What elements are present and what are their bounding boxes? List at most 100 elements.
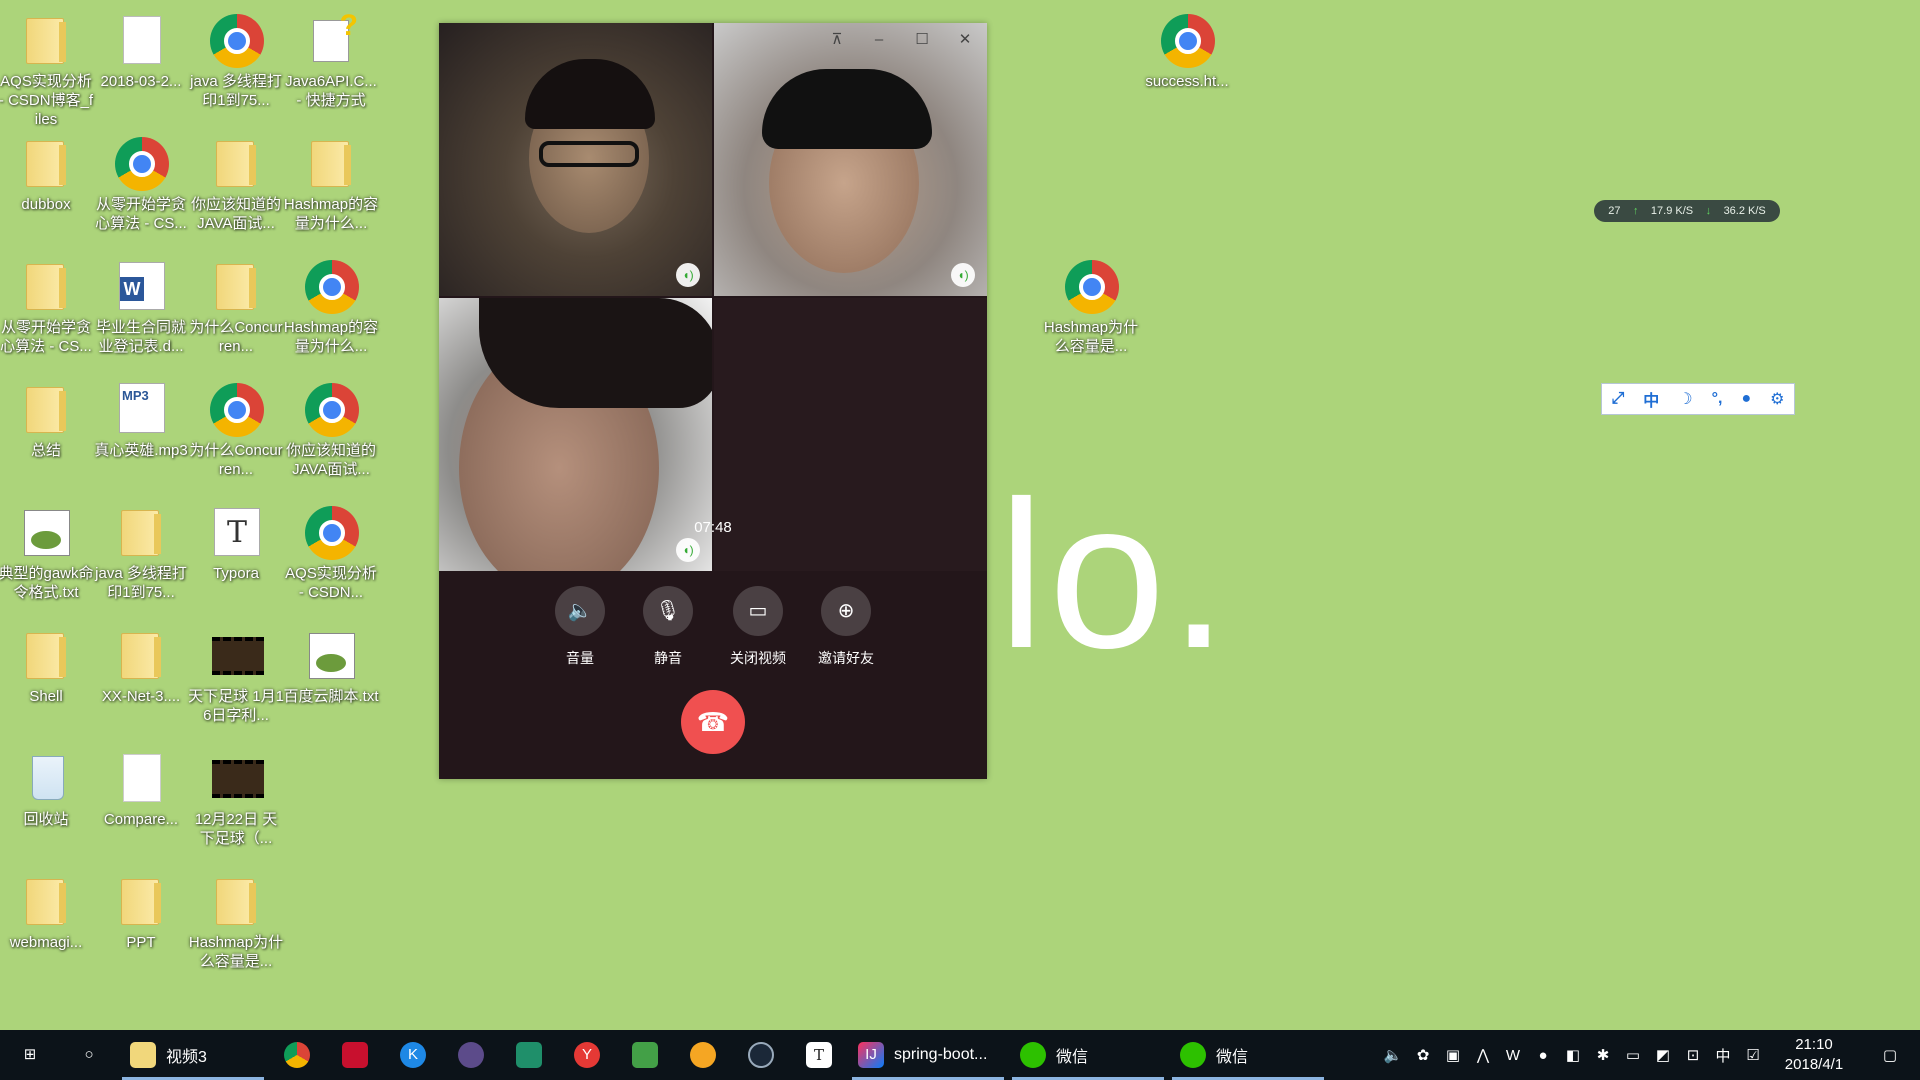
- gear-icon[interactable]: ⚙: [1770, 389, 1784, 409]
- desktop-icon[interactable]: AQS实现分析 - CSDN博客_files: [0, 6, 94, 129]
- wechat-tray-icon[interactable]: ●: [1528, 1047, 1558, 1064]
- clock[interactable]: 21:10 2018/4/1: [1768, 1035, 1860, 1075]
- desktop-icon[interactable]: 典型的gawk命令格式.txt: [0, 498, 94, 602]
- battery-icon[interactable]: ▭: [1618, 1046, 1648, 1064]
- tray-app-icon[interactable]: ⋀: [1468, 1046, 1498, 1064]
- desktop-icon[interactable]: 毕业生合同就业登记表.d...: [93, 252, 189, 356]
- desktop-icon[interactable]: Java6API.C... - 快捷方式: [283, 6, 379, 110]
- taskbar-item-wechat[interactable]: 微信: [1008, 1030, 1168, 1080]
- volume-icon[interactable]: 🔈: [555, 586, 605, 636]
- desktop-icon[interactable]: XX-Net-3....: [93, 621, 189, 706]
- upload-speed-icon: ↑: [1632, 205, 1639, 217]
- desktop-icon[interactable]: 为什么Concurren...: [188, 252, 284, 356]
- desktop-icon[interactable]: T Typora: [188, 498, 284, 583]
- desktop-icon[interactable]: 你应该知道的JAVA面试...: [188, 129, 284, 233]
- desktop-icon[interactable]: 真心英雄.mp3: [93, 375, 189, 460]
- terminal-icon: [516, 1042, 542, 1068]
- taskbar-item-folder[interactable]: 视频3: [118, 1030, 268, 1080]
- mute-button[interactable]: 🎙 静音: [623, 586, 713, 668]
- tray-app-icon[interactable]: ▣: [1438, 1046, 1468, 1064]
- desktop-icon[interactable]: PPT: [93, 867, 189, 952]
- pin-icon[interactable]: ⊼: [823, 29, 851, 51]
- desktop-icon[interactable]: success.ht...: [1139, 6, 1235, 91]
- desktop-icon[interactable]: 天下足球 1月16日字利...: [188, 621, 284, 725]
- taskbar-item-app[interactable]: [442, 1030, 500, 1080]
- search-button[interactable]: ○: [60, 1030, 118, 1080]
- checkbox-tray-icon[interactable]: ☑: [1738, 1046, 1768, 1064]
- youdao-icon: Y: [574, 1042, 600, 1068]
- volume-button[interactable]: 🔈 音量: [535, 586, 625, 668]
- chrome-icon: [115, 137, 169, 191]
- taskbar-item-typora[interactable]: T: [790, 1030, 848, 1080]
- camera-icon[interactable]: ▭: [733, 586, 783, 636]
- hang-up-button[interactable]: ☎: [681, 690, 745, 754]
- ime-toolbar[interactable]: ⤢ 中 ☽ °, ● ⚙: [1601, 383, 1795, 415]
- ime-mode[interactable]: 中: [1643, 387, 1659, 411]
- desktop-icon[interactable]: 从零开始学贪心算法 - CS...: [0, 252, 94, 356]
- desktop-icon[interactable]: AQS实现分析 - CSDN...: [283, 498, 379, 602]
- desktop-icon[interactable]: 2018-03-2...: [93, 6, 189, 91]
- taskbar-item-intellij[interactable]: IJ spring-boot...: [848, 1030, 1008, 1080]
- taskbar: ⊞ ○ 视频3 K Y T IJ spring-boot... 微信 微信 🔈 …: [0, 1030, 1920, 1080]
- network-monitor[interactable]: 27 ↑ 17.9 K/S ↓ 36.2 K/S: [1594, 200, 1780, 222]
- taskbar-item-app[interactable]: K: [384, 1030, 442, 1080]
- taskbar-item-app[interactable]: [616, 1030, 674, 1080]
- desktop-icon[interactable]: dubbox: [0, 129, 94, 214]
- download-speed: 36.2 K/S: [1723, 205, 1766, 217]
- chrome-icon: [1065, 260, 1119, 314]
- desktop-icon[interactable]: 12月22日 天下足球（...: [188, 744, 284, 848]
- volume-icon[interactable]: 🔈: [1378, 1046, 1408, 1064]
- user-icon[interactable]: ●: [1741, 390, 1751, 408]
- desktop-icon[interactable]: 你应该知道的JAVA面试...: [283, 375, 379, 479]
- desktop-icon[interactable]: 为什么Concurren...: [188, 375, 284, 479]
- desktop-icon[interactable]: Hashmap为什么容量是...: [188, 867, 284, 971]
- maximize-icon[interactable]: ☐: [908, 29, 936, 51]
- minimize-icon[interactable]: –: [865, 29, 893, 51]
- folder-icon: [130, 1042, 156, 1068]
- app-icon: [690, 1042, 716, 1068]
- desktop-icon[interactable]: 从零开始学贪心算法 - CS...: [93, 129, 189, 233]
- clock-date: 2018/4/1: [1784, 1056, 1844, 1073]
- wechat-icon: [1020, 1042, 1046, 1068]
- desktop-icon[interactable]: Compare...: [93, 744, 189, 829]
- taskbar-item-app[interactable]: Y: [558, 1030, 616, 1080]
- desktop-icon[interactable]: Hashmap的容量为什么...: [283, 252, 379, 356]
- taskbar-item-wechat[interactable]: 微信: [1168, 1030, 1328, 1080]
- close-icon[interactable]: ✕: [951, 29, 979, 51]
- tray-app-icon[interactable]: W: [1498, 1047, 1528, 1064]
- bluetooth-icon[interactable]: ✱: [1588, 1046, 1618, 1064]
- tray-app-icon[interactable]: ◩: [1648, 1046, 1678, 1064]
- desktop-icon[interactable]: Hashmap为什么容量是...: [1043, 252, 1139, 356]
- desktop-icon[interactable]: 百度云脚本.txt: [283, 621, 379, 706]
- punctuation-icon[interactable]: °,: [1712, 390, 1723, 408]
- taskbar-item-app[interactable]: [674, 1030, 732, 1080]
- ime-indicator[interactable]: 中: [1708, 1045, 1738, 1066]
- tray-app-icon[interactable]: ✿: [1408, 1046, 1438, 1064]
- start-button[interactable]: ⊞: [0, 1030, 60, 1080]
- notification-icon[interactable]: ▢: [1860, 1046, 1920, 1064]
- desktop-icon[interactable]: Shell: [0, 621, 94, 706]
- add-user-icon[interactable]: ⊕: [821, 586, 871, 636]
- desktop-icon[interactable]: 回收站: [0, 744, 94, 829]
- microphone-icon[interactable]: 🎙: [643, 586, 693, 636]
- desktop-icon[interactable]: Hashmap的容量为什么...: [283, 129, 379, 233]
- taskbar-item-steam[interactable]: [732, 1030, 790, 1080]
- network-icon[interactable]: ⊡: [1678, 1046, 1708, 1064]
- tray-app-icon[interactable]: ◧: [1558, 1046, 1588, 1064]
- wallpaper-text: lo.: [998, 457, 1232, 692]
- desktop-icon[interactable]: java 多线程打印1到75...: [93, 498, 189, 602]
- taskbar-item-app[interactable]: [500, 1030, 558, 1080]
- desktop-icon[interactable]: webmagi...: [0, 867, 94, 952]
- taskbar-item-app[interactable]: [326, 1030, 384, 1080]
- desktop-icon[interactable]: java 多线程打印1到75...: [188, 6, 284, 110]
- invite-friend-button[interactable]: ⊕ 邀请好友: [801, 586, 891, 668]
- ime-logo-icon[interactable]: ⤢: [1611, 390, 1624, 408]
- video-call-window[interactable]: ◖) ◖) ◖) ⊼ – ☐ ✕ 07:48 🔈 音量 🎙 静音 ▭ 关闭视频 …: [439, 23, 987, 779]
- cpu-usage: 27: [1608, 205, 1621, 217]
- taskbar-item-chrome[interactable]: [268, 1030, 326, 1080]
- camera-off-button[interactable]: ▭ 关闭视频: [713, 586, 803, 668]
- speaking-icon: ◖): [951, 263, 975, 287]
- moon-icon[interactable]: ☽: [1678, 389, 1692, 409]
- desktop-icon[interactable]: 总结: [0, 375, 94, 460]
- call-timer: 07:48: [694, 519, 732, 536]
